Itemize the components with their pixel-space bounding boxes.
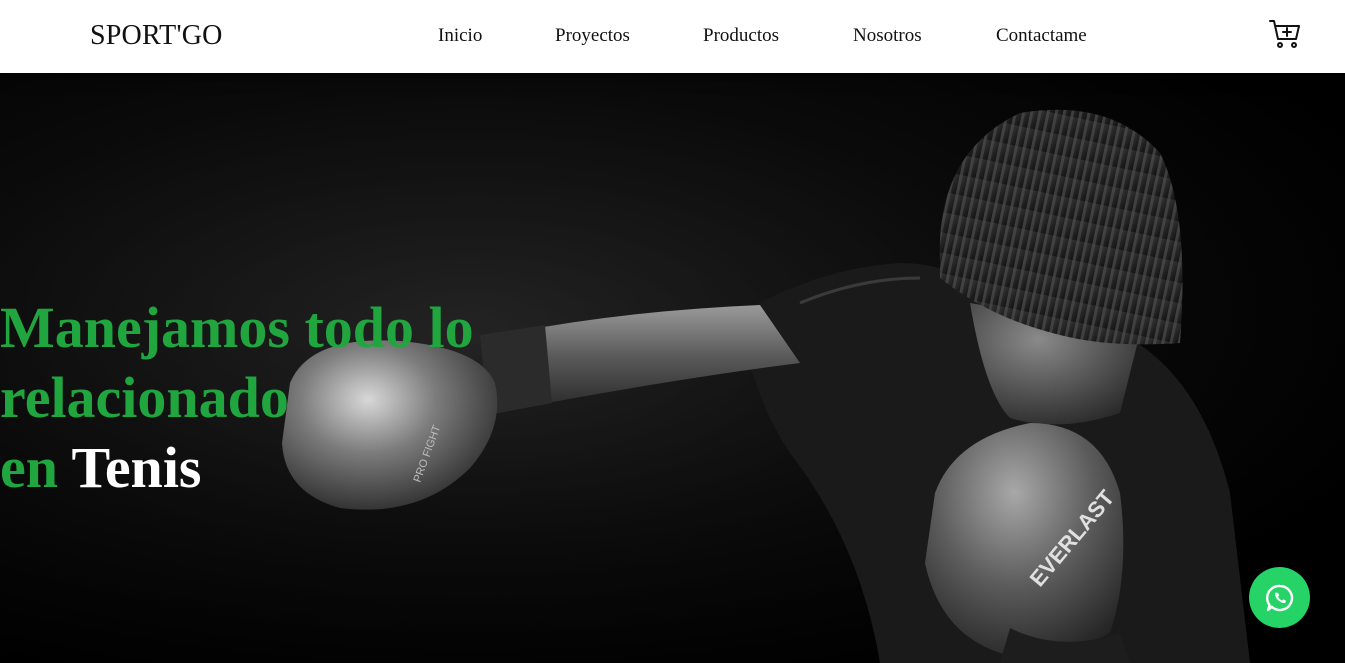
headline-line-3-prefix: en xyxy=(0,435,58,500)
hero-headline: Manejamos todo lo relacionado en Tenis xyxy=(0,293,474,503)
nav-link-nosotros[interactable]: Nosotros xyxy=(853,25,922,47)
main-nav: Inicio Proyectos Productos Nosotros Cont… xyxy=(0,25,1345,49)
nav-link-productos[interactable]: Productos xyxy=(703,25,779,47)
nav-link-inicio[interactable]: Inicio xyxy=(438,25,482,47)
hero-section: PRO FIGHT EVERLAST Manejamos todo lo rel… xyxy=(0,73,1345,663)
whatsapp-icon xyxy=(1265,584,1293,611)
top-navbar: SPORT'GO Inicio Proyectos Productos Noso… xyxy=(0,0,1345,73)
nav-link-contactame[interactable]: Contactame xyxy=(996,25,1087,47)
headline-line-2: relacionado xyxy=(0,365,289,430)
headline-highlight: Tenis xyxy=(71,435,202,500)
shopping-cart-plus-icon[interactable] xyxy=(1268,18,1302,50)
headline-line-1: Manejamos todo lo xyxy=(0,295,474,360)
whatsapp-button[interactable] xyxy=(1249,567,1310,628)
nav-link-proyectos[interactable]: Proyectos xyxy=(555,25,630,47)
